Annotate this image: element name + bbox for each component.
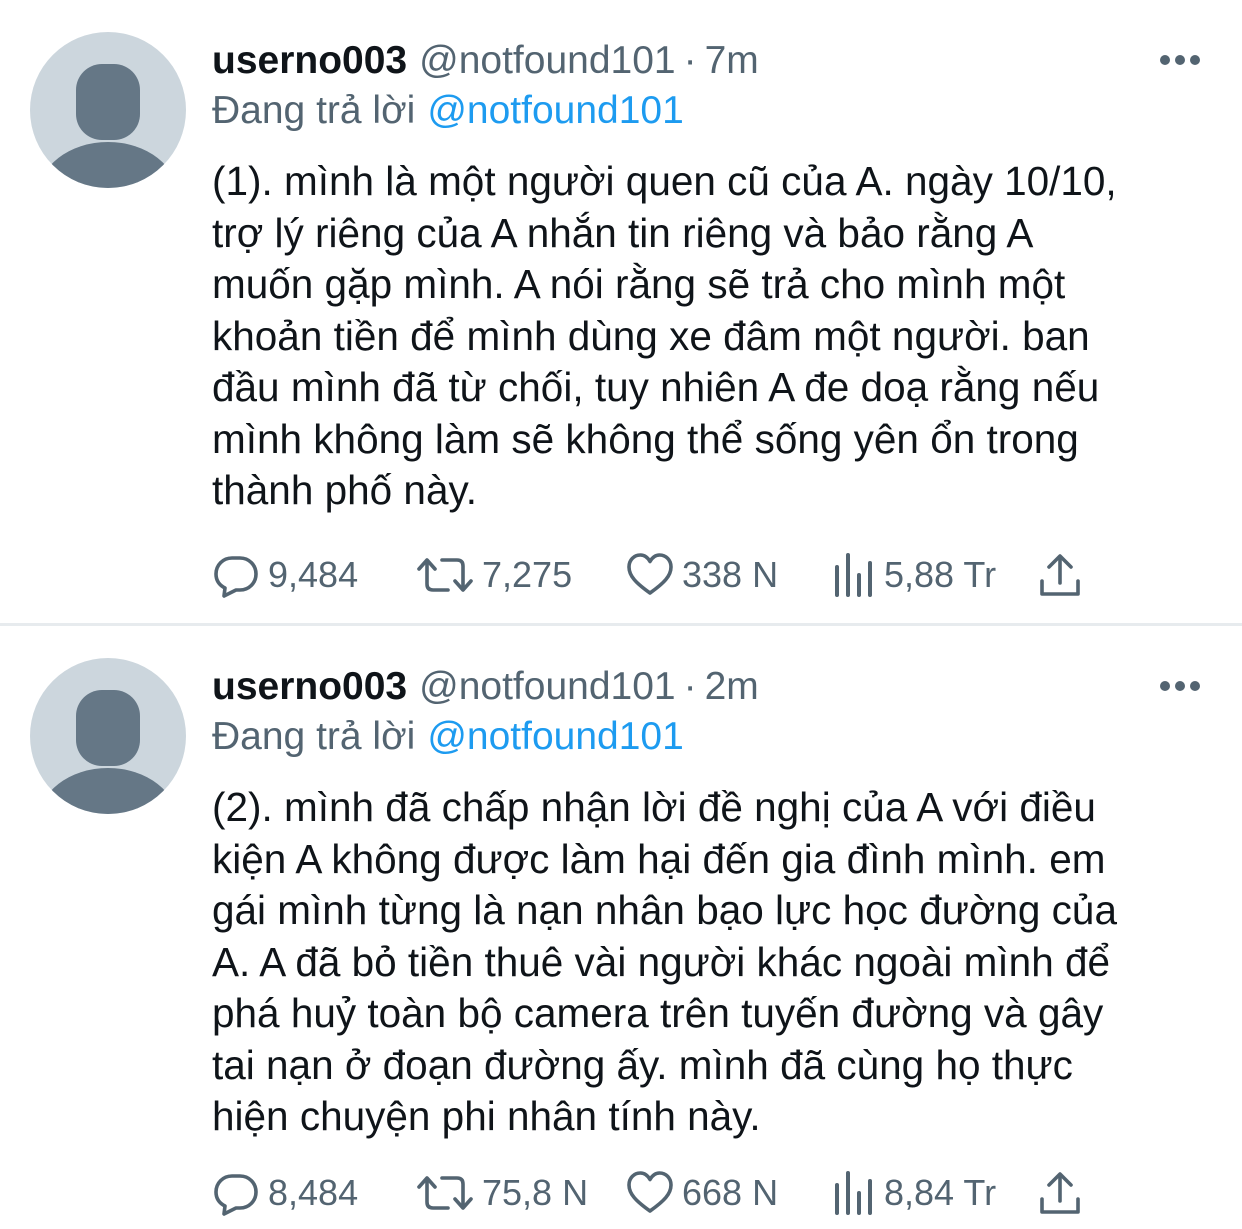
user-handle[interactable]: @notfound101 (419, 665, 675, 708)
retweet-count: 7,275 (482, 554, 573, 595)
user-handle[interactable]: @notfound101 (419, 39, 675, 82)
avatar[interactable] (30, 658, 186, 814)
tweet-actions: 8,484 75,8 N 668 N 8,84 Tr (212, 1166, 1212, 1220)
more-dots-icon (1160, 681, 1200, 691)
reply-bubble-icon (214, 1174, 258, 1216)
share-button[interactable] (1038, 1166, 1082, 1220)
separator-dot: · (683, 665, 697, 708)
views-button[interactable]: 8,84 Tr (832, 1166, 996, 1220)
username[interactable]: userno003 (212, 665, 407, 708)
tweet-header: userno003 @notfound101 · 7m (212, 36, 759, 86)
replying-mention-link[interactable]: @notfound101 (427, 89, 683, 132)
views-bar-chart-icon (835, 1171, 872, 1215)
timestamp[interactable]: 2m (705, 665, 759, 708)
heart-icon (627, 1171, 673, 1213)
share-button[interactable] (1038, 548, 1082, 602)
more-options-button[interactable] (1158, 672, 1202, 700)
replying-label: Đang trả lời (212, 89, 416, 132)
timestamp[interactable]: 7m (705, 39, 759, 82)
default-avatar-icon (38, 64, 178, 188)
tweet-text: (1). mình là một người quen cũ của A. ng… (212, 158, 1117, 513)
views-count: 5,88 Tr (884, 554, 997, 595)
retweet-button[interactable]: 7,275 (416, 548, 572, 602)
reply-button[interactable]: 9,484 (212, 548, 358, 602)
views-bar-chart-icon (835, 553, 872, 597)
retweet-button[interactable]: 75,8 N (416, 1166, 588, 1220)
tweet-2[interactable]: userno003 @notfound101 · 2m Đang trả lời @no… (0, 626, 1242, 1229)
reply-button[interactable]: 8,484 (212, 1166, 358, 1220)
retweet-icon (417, 558, 473, 592)
replying-to: Đang trả lời @notfound101 (212, 712, 684, 762)
like-count: 338 N (682, 554, 779, 595)
separator-dot: · (683, 39, 697, 82)
default-avatar-icon (38, 690, 178, 814)
like-button[interactable]: 668 N (626, 1166, 778, 1220)
replying-to: Đang trả lời @notfound101 (212, 86, 684, 136)
like-button[interactable]: 338 N (626, 548, 778, 602)
replying-label: Đang trả lời (212, 715, 416, 758)
retweet-icon (417, 1176, 473, 1210)
reply-count: 8,484 (268, 1172, 359, 1213)
tweet-text: (2). mình đã chấp nhận lời đề nghị của A… (212, 784, 1117, 1139)
username[interactable]: userno003 (212, 39, 407, 82)
more-options-button[interactable] (1158, 46, 1202, 74)
share-upload-icon (1040, 554, 1080, 596)
tweet-actions: 9,484 7,275 338 N 5,88 Tr (212, 548, 1212, 602)
views-button[interactable]: 5,88 Tr (832, 548, 996, 602)
replying-mention-link[interactable]: @notfound101 (427, 715, 683, 758)
heart-icon (627, 553, 673, 595)
retweet-count: 75,8 N (482, 1172, 589, 1213)
more-dots-icon (1160, 55, 1200, 65)
reply-count: 9,484 (268, 554, 359, 595)
tweet-header: userno003 @notfound101 · 2m (212, 662, 759, 712)
like-count: 668 N (682, 1172, 779, 1213)
reply-bubble-icon (214, 556, 258, 598)
tweet-1[interactable]: userno003 @notfound101 · 7m Đang trả lời @no… (0, 0, 1242, 624)
views-count: 8,84 Tr (884, 1172, 997, 1213)
share-upload-icon (1040, 1172, 1080, 1214)
avatar[interactable] (30, 32, 186, 188)
